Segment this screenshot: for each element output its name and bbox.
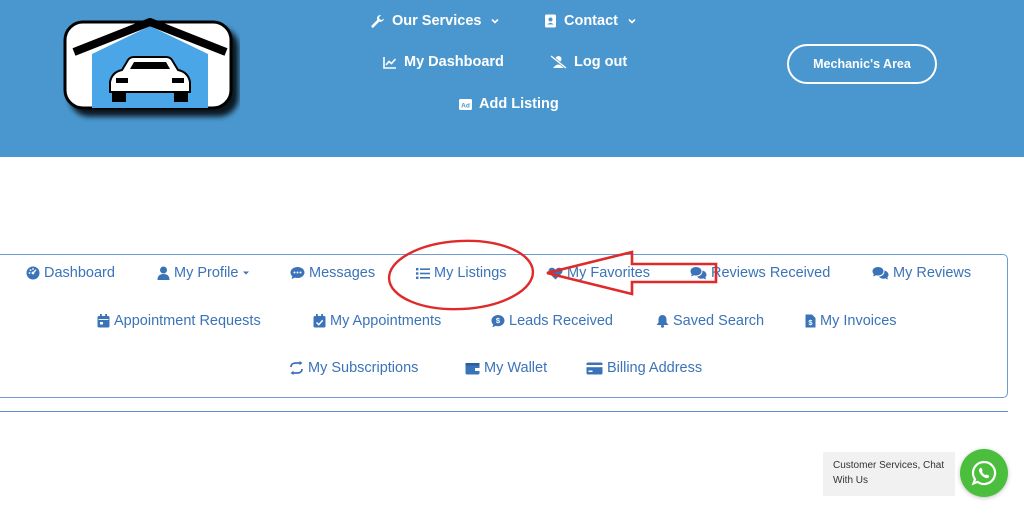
- menu-appointment-requests-label: Appointment Requests: [114, 313, 261, 329]
- chart-line-icon: [383, 56, 397, 69]
- file-invoice-dollar-icon: $: [805, 314, 816, 328]
- menu-my-subscriptions[interactable]: My Subscriptions: [289, 360, 418, 376]
- whatsapp-icon: [971, 460, 997, 486]
- menu-my-subscriptions-label: My Subscriptions: [308, 360, 419, 376]
- chevron-down-icon: [628, 18, 636, 24]
- user-icon: [157, 266, 170, 280]
- caret-down-icon: [243, 271, 250, 275]
- menu-my-favorites-label: My Favorites: [567, 265, 650, 281]
- heart-icon: [548, 267, 563, 279]
- whatsapp-chat-button[interactable]: [960, 449, 1008, 497]
- menu-reviews-received[interactable]: Reviews Received: [690, 265, 830, 281]
- contact-card-icon: [545, 14, 556, 28]
- nav-log-out[interactable]: Log out: [550, 54, 627, 70]
- menu-saved-search[interactable]: Saved Search: [656, 313, 764, 329]
- nav-our-services-label: Our Services: [392, 13, 482, 29]
- menu-dashboard-label: Dashboard: [44, 265, 115, 281]
- menu-my-profile-label: My Profile: [174, 265, 239, 281]
- chat-label[interactable]: Customer Services, Chat With Us: [823, 452, 955, 496]
- nav-my-dashboard-label: My Dashboard: [404, 54, 504, 70]
- comments-icon: [690, 267, 707, 280]
- menu-billing-address[interactable]: Billing Address: [586, 360, 702, 376]
- nav-contact-label: Contact: [564, 13, 618, 29]
- site-logo[interactable]: [62, 18, 240, 126]
- menu-my-favorites[interactable]: My Favorites: [548, 265, 650, 281]
- menu-my-reviews-label: My Reviews: [893, 265, 972, 281]
- calendar-check-icon: [313, 314, 326, 328]
- menu-my-invoices[interactable]: $ My Invoices: [805, 313, 897, 329]
- nav-add-listing[interactable]: Ad Add Listing: [459, 96, 559, 112]
- ad-icon: Ad: [459, 98, 472, 110]
- site-header: Our Services Contact My Dashboard Log ou…: [0, 0, 1024, 157]
- menu-divider: [0, 411, 1008, 412]
- chevron-down-icon: [491, 18, 500, 24]
- menu-my-invoices-label: My Invoices: [820, 313, 897, 329]
- list-icon: [416, 267, 430, 279]
- nav-our-services[interactable]: Our Services: [371, 13, 500, 29]
- tachometer-icon: [26, 266, 40, 280]
- svg-text:Ad: Ad: [461, 102, 470, 109]
- menu-messages-label: Messages: [309, 265, 376, 281]
- bell-icon: [656, 315, 669, 328]
- menu-my-profile[interactable]: My Profile: [157, 265, 250, 281]
- wallet-icon: [465, 362, 480, 374]
- menu-my-reviews[interactable]: My Reviews: [872, 265, 971, 281]
- menu-reviews-received-label: Reviews Received: [711, 265, 831, 281]
- menu-billing-address-label: Billing Address: [607, 360, 703, 376]
- menu-leads-received[interactable]: $ Leads Received: [491, 313, 613, 329]
- wrench-icon: [371, 14, 384, 28]
- mechanics-area-button[interactable]: Mechanic's Area: [787, 44, 937, 84]
- nav-log-out-label: Log out: [574, 54, 628, 70]
- menu-leads-received-label: Leads Received: [509, 313, 613, 329]
- menu-my-appointments[interactable]: My Appointments: [313, 313, 441, 329]
- mechanics-area-label: Mechanic's Area: [813, 57, 911, 71]
- nav-contact[interactable]: Contact: [544, 13, 637, 29]
- user-slash-icon: [550, 55, 567, 69]
- sync-icon: [290, 361, 303, 375]
- credit-card-icon: [586, 362, 603, 374]
- nav-my-dashboard[interactable]: My Dashboard: [383, 54, 504, 70]
- menu-messages[interactable]: Messages: [290, 265, 375, 281]
- comment-dots-icon: [290, 267, 305, 279]
- menu-my-listings-label: My Listings: [434, 265, 507, 281]
- menu-my-appointments-label: My Appointments: [330, 313, 442, 329]
- nav-add-listing-label: Add Listing: [479, 96, 559, 112]
- menu-my-listings[interactable]: My Listings: [416, 265, 507, 281]
- calendar-icon: [97, 314, 110, 328]
- menu-appointment-requests[interactable]: Appointment Requests: [97, 313, 261, 329]
- menu-my-wallet-label: My Wallet: [484, 360, 548, 376]
- menu-dashboard[interactable]: Dashboard: [26, 265, 115, 281]
- menu-saved-search-label: Saved Search: [673, 313, 765, 329]
- comment-dollar-icon: $: [491, 315, 505, 328]
- chat-label-text: Customer Services, Chat With Us: [833, 460, 945, 486]
- comments-icon: [872, 267, 889, 280]
- menu-my-wallet[interactable]: My Wallet: [465, 360, 547, 376]
